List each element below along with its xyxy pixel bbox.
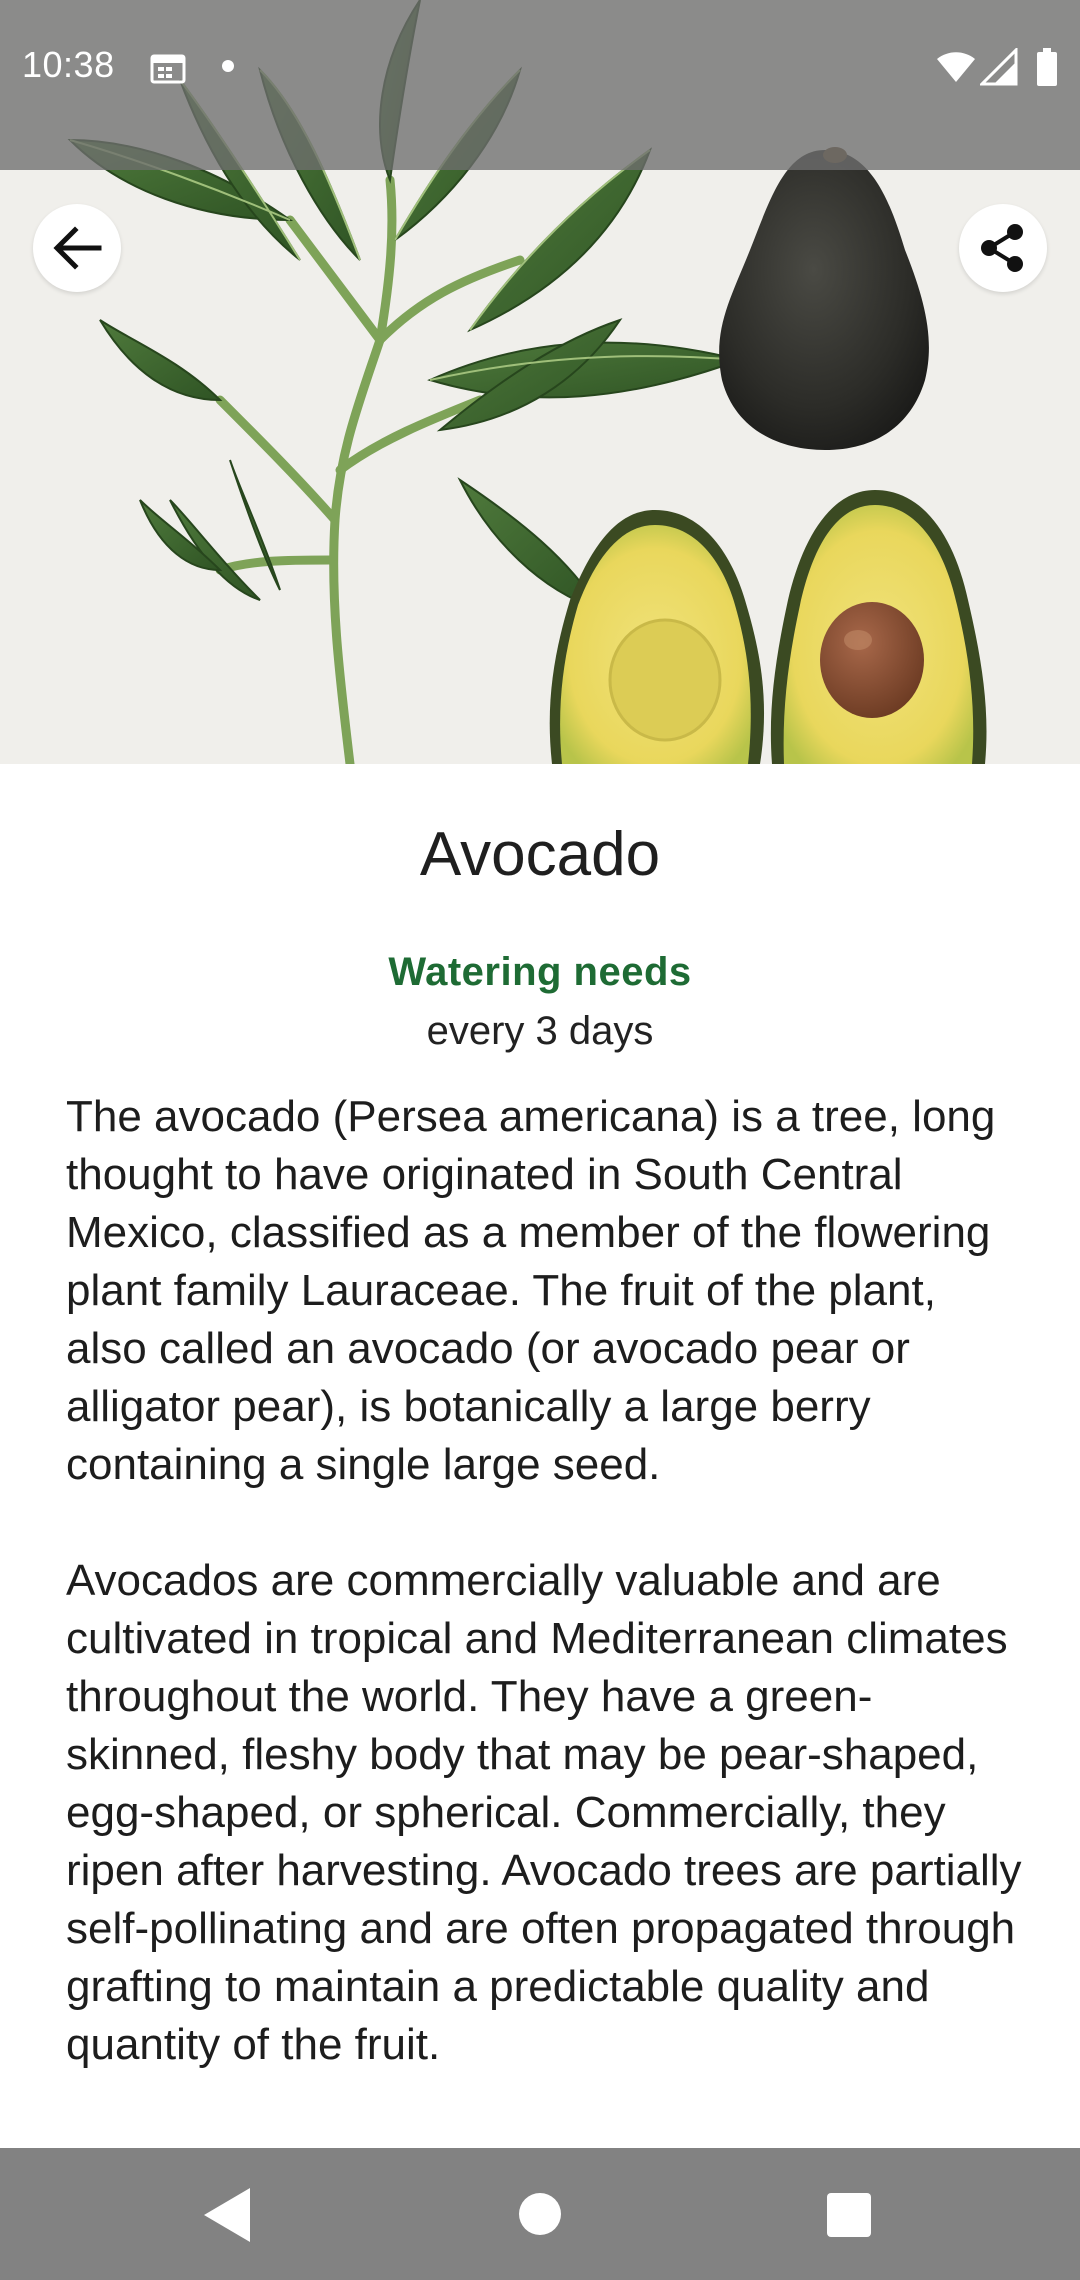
nav-back-icon[interactable]: [200, 2186, 254, 2244]
plant-name-title: Avocado: [419, 820, 661, 889]
arrow-back-icon: [53, 226, 102, 270]
notification-dot-icon: [222, 60, 234, 72]
watering-needs-label: Watering needs: [388, 950, 692, 994]
calendar-icon: [150, 52, 186, 89]
share-button[interactable]: [959, 204, 1047, 292]
status-time: 10:38: [22, 44, 115, 85]
share-icon: [981, 224, 1023, 272]
battery-icon: [1036, 48, 1058, 91]
status-bar: 10:38: [0, 0, 1080, 170]
system-navigation-bar: [0, 2148, 1080, 2280]
plant-description: The avocado (Persea americana) is a tree…: [66, 1092, 1022, 2069]
nav-recents-icon[interactable]: [826, 2192, 872, 2238]
cellular-signal-icon: [978, 46, 1018, 91]
wifi-icon: [936, 50, 976, 89]
back-button[interactable]: [33, 204, 121, 292]
watering-needs-value: every 3 days: [426, 1009, 654, 1053]
plant-detail-screen: 10:38 Avocado Watering needs every 3 day…: [0, 0, 1080, 2280]
nav-home-icon[interactable]: [518, 2192, 562, 2236]
